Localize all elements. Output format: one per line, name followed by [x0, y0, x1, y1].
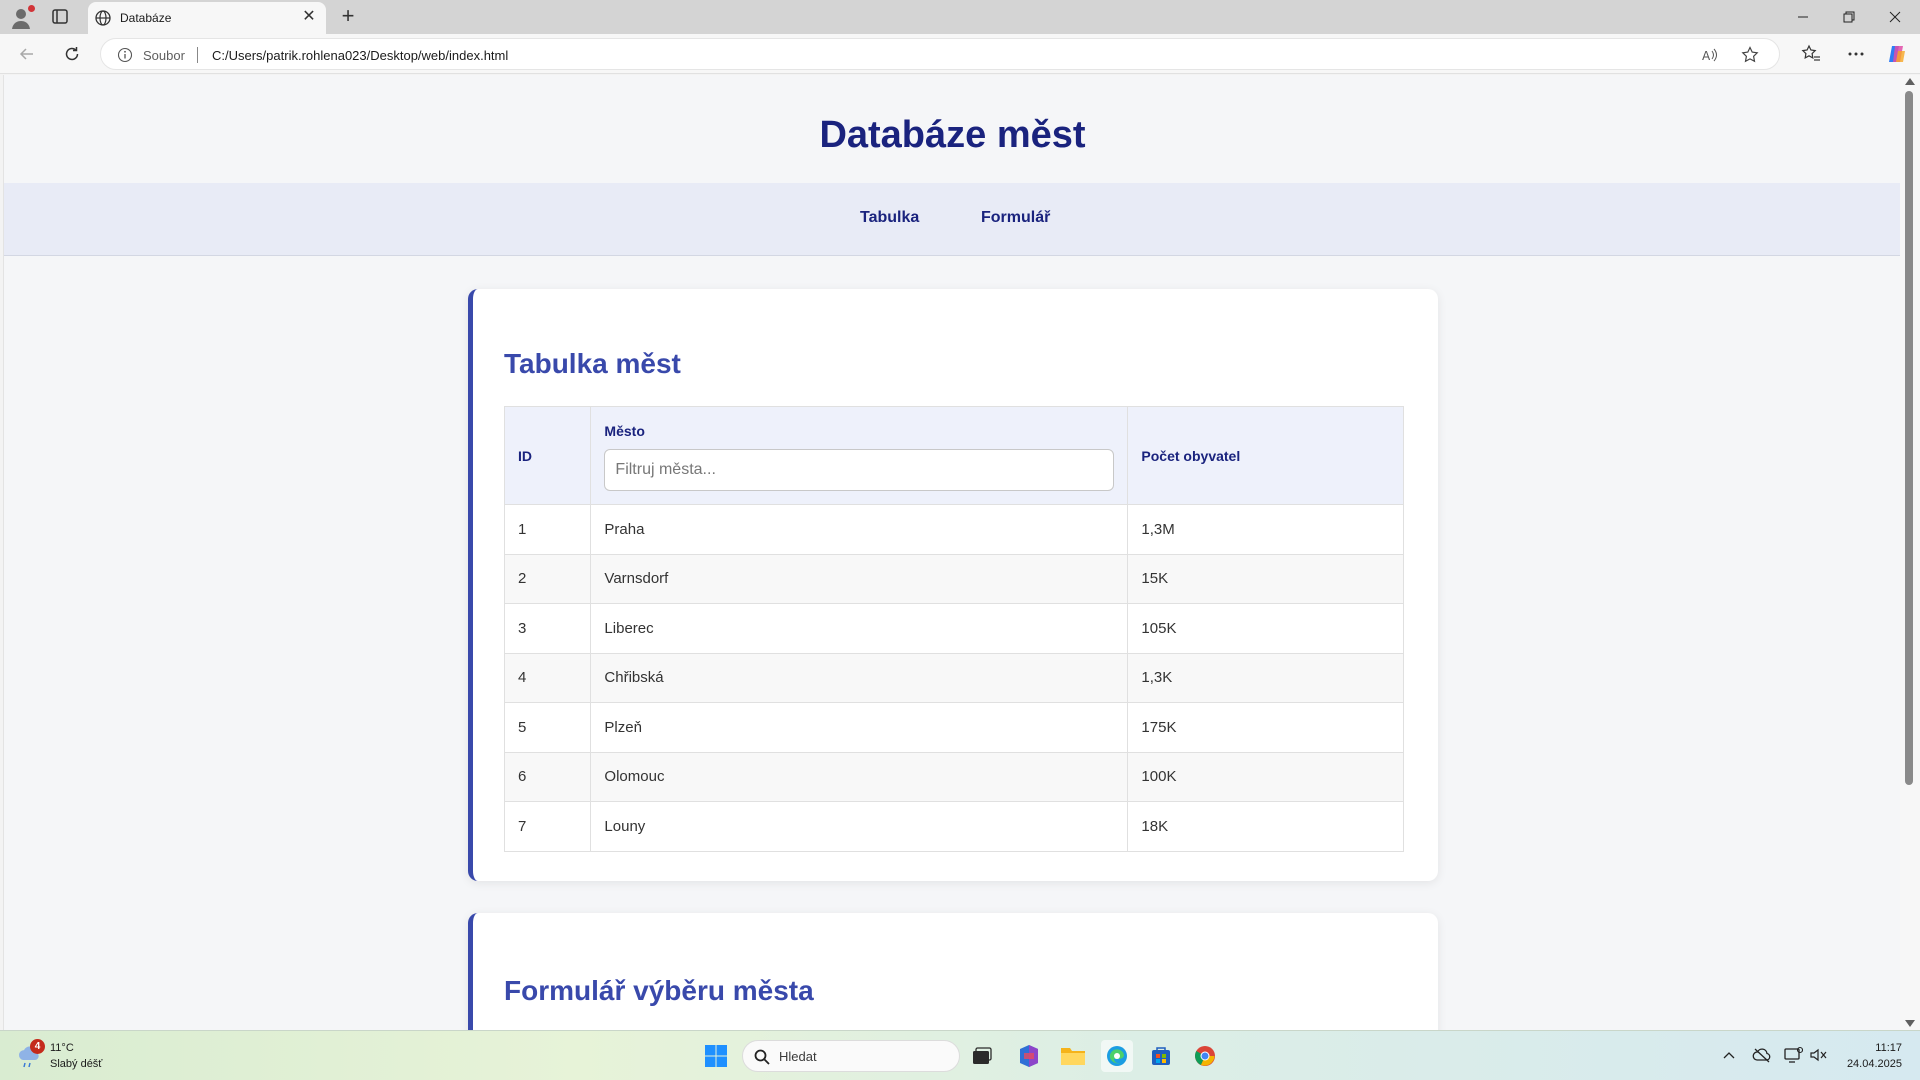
- cities-table: ID Město Počet obyvatel 1Praha1,3M2Varns…: [503, 406, 1404, 852]
- favorite-star-icon[interactable]: [1741, 46, 1759, 64]
- protocol-label: Soubor: [143, 48, 185, 63]
- store-app-icon[interactable]: [1145, 1040, 1177, 1072]
- temperature: 11°C: [50, 1042, 74, 1054]
- clock-time: 11:17: [1875, 1042, 1902, 1054]
- scroll-up-icon[interactable]: [1905, 78, 1915, 85]
- close-tab-icon[interactable]: ✕: [300, 8, 318, 26]
- cell-population: 15K: [1127, 553, 1404, 604]
- system-clock[interactable]: 11:17 24.04.2025: [1847, 1040, 1902, 1072]
- volume-muted-icon[interactable]: [1809, 1045, 1829, 1065]
- read-aloud-icon[interactable]: A: [1701, 46, 1719, 64]
- cell-population: 1,3M: [1127, 504, 1404, 555]
- table-row: 1 Praha 1,3M: [503, 504, 1404, 555]
- copilot-icon[interactable]: [1886, 43, 1908, 65]
- cell-population: 1,3K: [1127, 652, 1404, 703]
- windows-taskbar: 4 11°C Slabý déšť Hledat 11:17 24.04.202…: [0, 1030, 1920, 1080]
- cell-id: 3: [503, 603, 592, 654]
- url-text[interactable]: C:/Users/patrik.rohlena023/Desktop/web/i…: [212, 48, 508, 63]
- back-icon[interactable]: [14, 41, 40, 67]
- cell-city: Praha: [590, 504, 1129, 555]
- page-header: Databáze měst: [4, 75, 1900, 183]
- scroll-down-icon[interactable]: [1905, 1020, 1915, 1027]
- cell-id: 5: [503, 702, 592, 753]
- cell-id: 4: [503, 652, 592, 703]
- form-section-title: Formulář výběru města: [504, 975, 814, 1006]
- m365-app-icon[interactable]: [1013, 1040, 1045, 1072]
- restore-icon[interactable]: [1826, 0, 1872, 34]
- svg-text:A: A: [1702, 49, 1711, 63]
- table-row: 2 Varnsdorf 15K: [503, 553, 1404, 604]
- header-city-label: Město: [604, 422, 645, 439]
- page-title: Databáze měst: [819, 114, 1086, 156]
- info-icon[interactable]: [117, 47, 133, 63]
- cell-id: 1: [503, 504, 592, 555]
- tab-actions-icon[interactable]: [48, 7, 72, 27]
- address-bar[interactable]: Soubor C:/Users/patrik.rohlena023/Deskto…: [100, 38, 1780, 70]
- cell-population: 18K: [1127, 801, 1404, 852]
- cell-population: 105K: [1127, 603, 1404, 654]
- address-separator: [197, 47, 198, 63]
- tab-title: Databáze: [120, 11, 172, 25]
- table-row: 7 Louny 18K: [503, 801, 1404, 852]
- windows-start-icon[interactable]: [700, 1040, 732, 1072]
- profile-icon[interactable]: [10, 5, 36, 31]
- favorites-icon[interactable]: [1800, 43, 1822, 65]
- file-explorer-icon[interactable]: [1057, 1040, 1089, 1072]
- taskbar-search[interactable]: Hledat: [742, 1040, 960, 1072]
- notification-dot: [28, 5, 35, 12]
- search-icon: [753, 1048, 771, 1066]
- chrome-app-icon[interactable]: [1189, 1040, 1221, 1072]
- weather-badge: 4: [30, 1039, 45, 1054]
- table-row: 3 Liberec 105K: [503, 603, 1404, 654]
- browser-titlebar: Databáze ✕ +: [0, 0, 1920, 34]
- page-scrollbar[interactable]: [1900, 75, 1920, 1030]
- edge-browser-icon[interactable]: [1101, 1040, 1133, 1072]
- cell-city: Olomouc: [590, 751, 1129, 802]
- cell-population: 175K: [1127, 702, 1404, 753]
- cell-id: 2: [503, 553, 592, 604]
- table-header-row: ID Město Počet obyvatel: [503, 406, 1404, 505]
- table-row: 6 Olomouc 100K: [503, 751, 1404, 802]
- search-placeholder: Hledat: [779, 1049, 817, 1064]
- cell-city: Varnsdorf: [590, 553, 1129, 604]
- close-window-icon[interactable]: [1872, 0, 1918, 34]
- new-tab-icon[interactable]: +: [336, 5, 360, 29]
- minimize-icon[interactable]: [1780, 0, 1826, 34]
- cell-city: Chřibská: [590, 652, 1129, 703]
- table-row: 5 Plzeň 175K: [503, 702, 1404, 753]
- weather-widget[interactable]: 4 11°C Slabý déšť: [14, 1039, 134, 1073]
- cell-id: 7: [503, 801, 592, 852]
- nav-link-tabulka[interactable]: Tabulka: [860, 209, 919, 227]
- table-card: Tabulka měst ID Město Počet obyvatel 1Pr…: [468, 289, 1438, 881]
- page-viewport: Databáze měst Tabulka Formulář Tabulka m…: [3, 75, 1900, 1030]
- globe-icon: [94, 9, 112, 27]
- reload-icon[interactable]: [59, 41, 85, 67]
- nav-link-formular[interactable]: Formulář: [981, 209, 1050, 227]
- browser-toolbar: Soubor C:/Users/patrik.rohlena023/Deskto…: [0, 34, 1920, 74]
- cell-city: Liberec: [590, 603, 1129, 654]
- onedrive-offline-icon[interactable]: [1752, 1045, 1772, 1065]
- scrollbar-thumb[interactable]: [1905, 91, 1913, 785]
- cell-city: Plzeň: [590, 702, 1129, 753]
- header-id: ID: [503, 406, 592, 505]
- more-options-icon[interactable]: [1845, 43, 1867, 65]
- task-view-icon[interactable]: [966, 1040, 998, 1072]
- cell-population: 100K: [1127, 751, 1404, 802]
- header-city: Město: [590, 406, 1129, 505]
- weather-condition: Slabý déšť: [50, 1058, 103, 1070]
- clock-date: 24.04.2025: [1846, 1058, 1902, 1070]
- tray-overflow-icon[interactable]: [1719, 1045, 1739, 1065]
- cell-id: 6: [503, 751, 592, 802]
- network-icon[interactable]: [1783, 1045, 1803, 1065]
- form-card: Formulář výběru města: [468, 913, 1438, 1030]
- cell-city: Louny: [590, 801, 1129, 852]
- browser-tab[interactable]: Databáze ✕: [88, 2, 326, 34]
- header-population: Počet obyvatel: [1127, 406, 1404, 505]
- table-section-title: Tabulka měst: [504, 348, 681, 379]
- table-row: 4 Chřibská 1,3K: [503, 652, 1404, 703]
- city-filter-input[interactable]: [604, 448, 1115, 491]
- main-nav: Tabulka Formulář: [4, 183, 1900, 256]
